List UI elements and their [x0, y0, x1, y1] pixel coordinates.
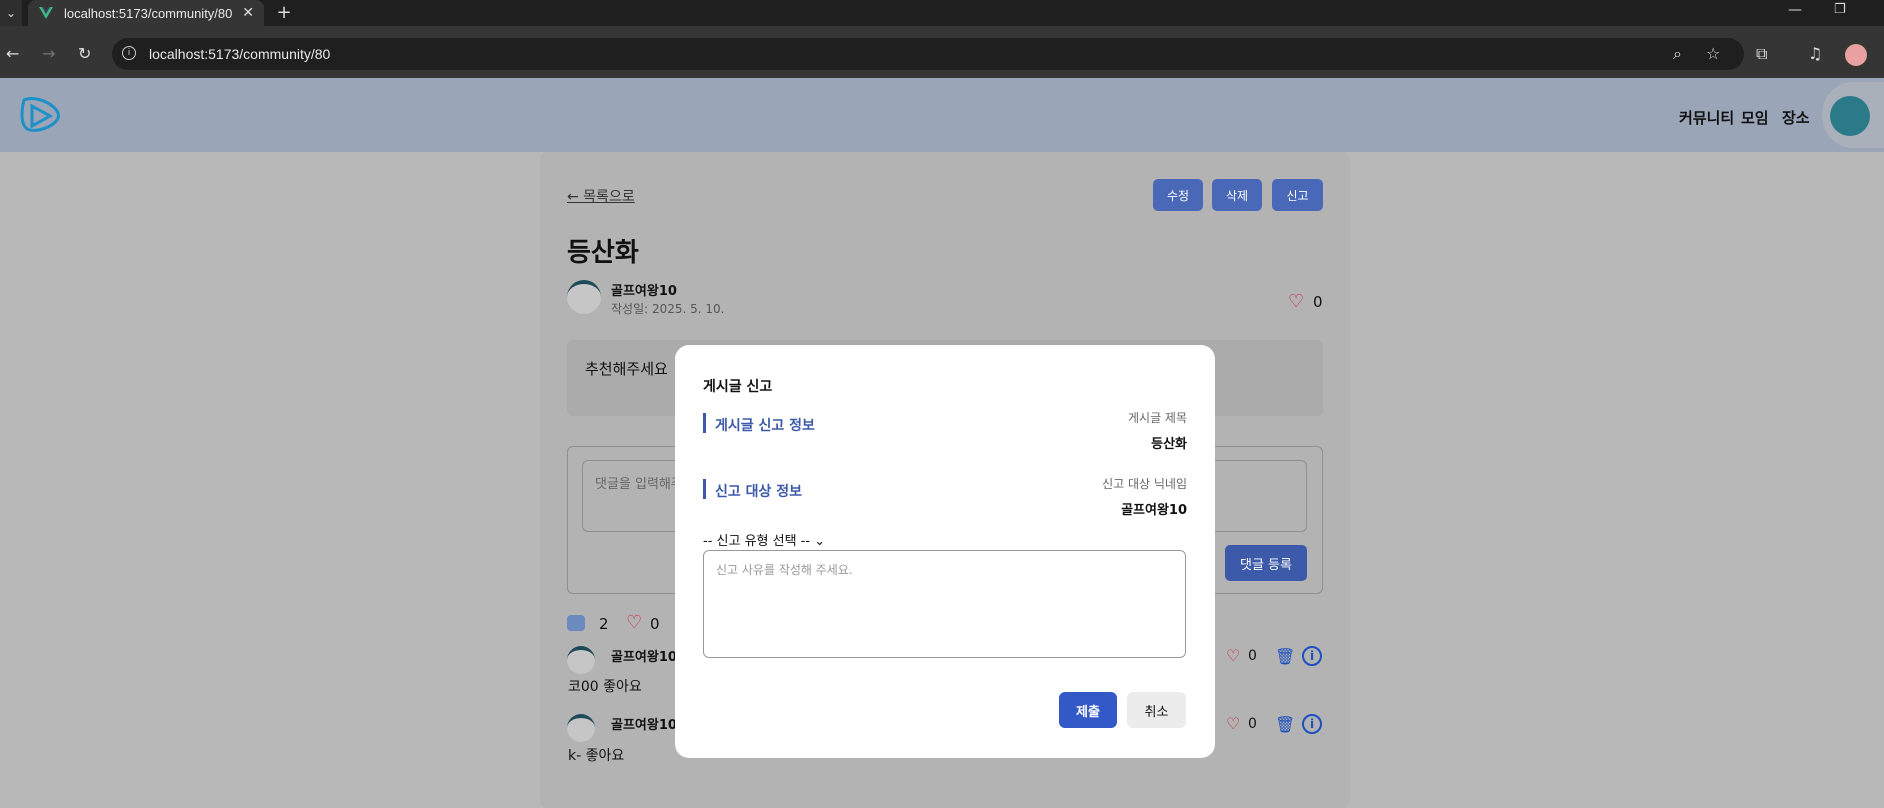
- section-target-info: 신고 대상 정보: [715, 484, 803, 500]
- info-icon[interactable]: i: [1302, 646, 1322, 666]
- comment-count: 2: [599, 615, 609, 633]
- reply-text: 코00 좋아요: [568, 679, 642, 695]
- heart-icon[interactable]: ♡: [626, 612, 642, 633]
- bookmark-star-icon[interactable]: ☆: [1706, 44, 1720, 63]
- comment-icon: [567, 615, 585, 631]
- chevron-down-icon: ⌄: [814, 534, 826, 549]
- reply-avatar: [567, 714, 595, 742]
- forward-arrow-icon[interactable]: →: [42, 44, 55, 63]
- post-title: 등산화: [567, 238, 639, 268]
- site-info-icon[interactable]: i: [122, 46, 136, 60]
- media-control-icon[interactable]: ♫: [1808, 44, 1822, 63]
- post-date: 작성일: 2025. 5. 10.: [611, 302, 725, 316]
- report-type-select[interactable]: -- 신고 유형 선택 -- ⌄: [703, 530, 825, 549]
- section-marker: [703, 479, 706, 499]
- heart-icon[interactable]: ♡: [1226, 714, 1240, 733]
- url-text[interactable]: localhost:5173/community/80: [149, 46, 330, 62]
- nav-community[interactable]: 커뮤니티: [1679, 107, 1734, 128]
- heart-icon[interactable]: ♡: [1288, 291, 1304, 312]
- nav-meetings[interactable]: 모임: [1741, 107, 1769, 128]
- target-nick-value: 골프여왕10: [1121, 503, 1187, 518]
- site-logo-icon[interactable]: [18, 94, 66, 138]
- browser-tabbar: ⌄ localhost:5173/community/80 ✕ + — ❐: [0, 0, 1884, 26]
- target-nick-label: 신고 대상 닉네임: [1102, 477, 1187, 491]
- vue-favicon-icon: [39, 7, 53, 19]
- delete-button[interactable]: 삭제: [1212, 179, 1262, 211]
- cancel-button[interactable]: 취소: [1127, 692, 1186, 728]
- site-header: [0, 78, 1884, 152]
- window-minimize-icon[interactable]: —: [1788, 2, 1802, 18]
- report-reason-textarea[interactable]: 신고 사유를 작성해 주세요.: [703, 550, 1186, 658]
- zoom-icon[interactable]: ⌕: [1673, 44, 1682, 64]
- report-button[interactable]: 신고: [1272, 179, 1323, 211]
- window-restore-icon[interactable]: ❐: [1834, 2, 1846, 17]
- post-title-label: 게시글 제목: [1127, 411, 1187, 425]
- reply-author: 골프여왕10: [611, 650, 677, 665]
- user-avatar[interactable]: [1822, 82, 1884, 148]
- trash-icon[interactable]: 🗑: [1275, 715, 1295, 734]
- author-avatar: [567, 280, 601, 314]
- tab-title: localhost:5173/community/80: [64, 5, 233, 21]
- heart-icon[interactable]: ♡: [1226, 646, 1240, 665]
- browser-profile-avatar[interactable]: [1845, 44, 1867, 66]
- comment-submit-button[interactable]: 댓글 등록: [1225, 545, 1307, 581]
- section-marker: [703, 413, 706, 433]
- reply-like-count: 0: [1248, 648, 1257, 664]
- reply-text: k- 좋아요: [568, 748, 625, 764]
- reply-like-count: 0: [1248, 716, 1257, 732]
- back-arrow-icon[interactable]: ←: [6, 44, 19, 63]
- info-icon[interactable]: i: [1302, 714, 1322, 734]
- edit-button[interactable]: 수정: [1153, 179, 1203, 211]
- tab-search-dropdown-icon[interactable]: ⌄: [0, 0, 22, 26]
- report-type-placeholder: -- 신고 유형 선택 --: [703, 534, 811, 549]
- trash-icon[interactable]: 🗑: [1275, 647, 1295, 666]
- post-title-value: 등산화: [1151, 437, 1187, 452]
- author-name: 골프여왕10: [611, 284, 677, 299]
- browser-tab-active[interactable]: localhost:5173/community/80 ✕: [28, 0, 264, 26]
- section-post-info: 게시글 신고 정보: [715, 418, 815, 434]
- nav-places[interactable]: 장소: [1782, 107, 1810, 128]
- address-bar[interactable]: [112, 38, 1744, 70]
- reply-avatar: [567, 646, 595, 674]
- reply-author: 골프여왕10: [611, 718, 677, 733]
- post-content: 추천해주세요: [585, 360, 668, 378]
- tab-close-icon[interactable]: ✕: [242, 5, 254, 21]
- reload-icon[interactable]: ↻: [78, 44, 91, 63]
- total-like-count: 0: [650, 615, 660, 633]
- modal-title: 게시글 신고: [703, 379, 773, 395]
- submit-button[interactable]: 제출: [1059, 692, 1117, 728]
- new-tab-icon[interactable]: +: [274, 2, 294, 23]
- back-to-list-link[interactable]: ← 목록으로: [567, 186, 635, 206]
- extensions-icon[interactable]: ⧉: [1756, 44, 1767, 64]
- post-like-count: 0: [1313, 293, 1323, 311]
